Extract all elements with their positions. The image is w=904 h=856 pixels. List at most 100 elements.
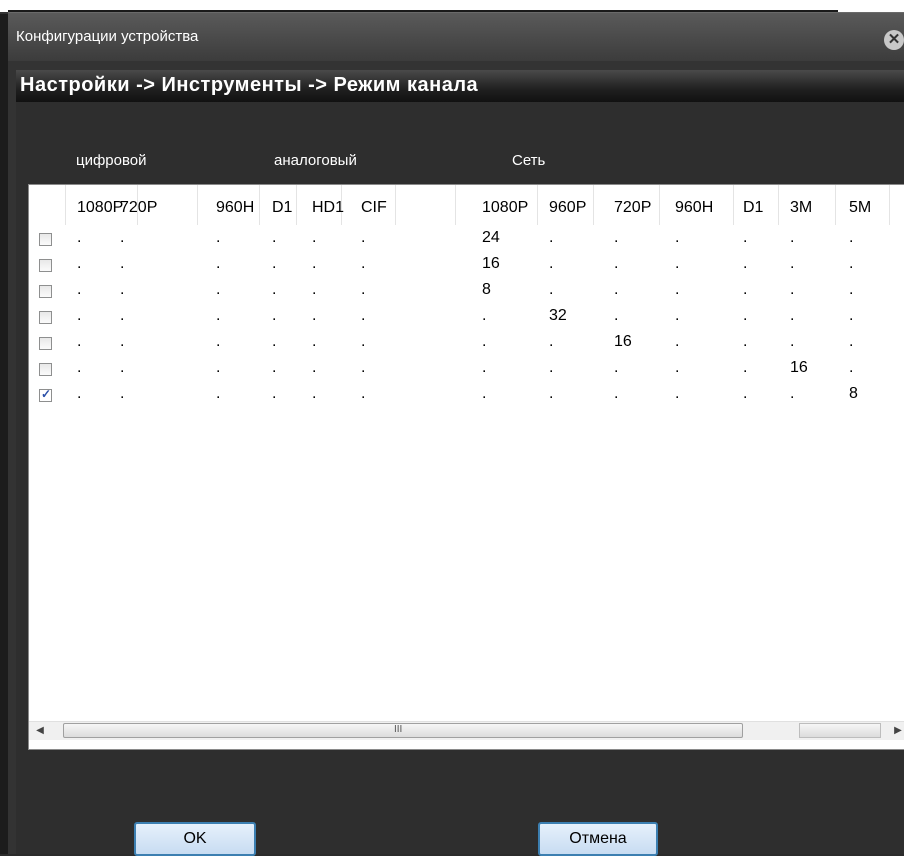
ok-button[interactable]: OK [134,822,256,856]
channel-count-cell: 16 [482,255,500,272]
column-header[interactable]: 720P [614,199,651,217]
cancel-button[interactable]: Отмена [538,822,658,856]
channel-count-cell: . [361,307,366,324]
channel-count-cell: . [272,359,277,376]
column-header[interactable]: 1080P [482,199,528,217]
column-header[interactable]: CIF [361,199,387,217]
column-separator[interactable] [835,185,836,225]
column-header[interactable]: 960P [549,199,586,217]
horizontal-scrollbar[interactable]: ◀ III ▶ [29,721,904,740]
channel-count-cell: . [849,307,854,324]
group-label-digital: цифровой [76,152,147,169]
window-title: Конфигурации устройства [16,28,199,45]
channel-count-cell: . [216,385,221,402]
group-label-network: Сеть [512,152,546,169]
close-icon[interactable]: ✕ [884,30,904,50]
arrow-left-icon[interactable]: ◀ [31,722,49,740]
column-separator[interactable] [65,185,66,225]
channel-count-cell: . [216,359,221,376]
column-header[interactable]: D1 [743,199,763,217]
channel-count-cell: . [312,307,317,324]
channel-count-cell: . [120,281,125,298]
channel-count-cell: . [790,307,795,324]
channel-count-cell: . [614,359,619,376]
channel-count-cell: . [361,281,366,298]
channel-count-cell: . [216,281,221,298]
channel-count-cell: . [272,281,277,298]
list-item[interactable]: ...... 16...... [29,255,904,281]
scroll-track-segment[interactable] [799,723,881,738]
channel-mode-list[interactable]: 1080P 720P 960H D1 HD1 CIF 1080P 960P 720P 960H D1… [28,184,904,750]
column-separator[interactable] [197,185,198,225]
channel-count-cell: . [482,333,487,350]
row-checkbox[interactable] [39,337,52,350]
row-checkbox[interactable] [39,285,52,298]
device-config-window: Конфигурации устройства ✕ Настройки -> И… [0,0,904,856]
channel-count-cell: 32 [549,307,567,324]
column-separator[interactable] [733,185,734,225]
list-item[interactable]: ....... 32..... [29,307,904,333]
grip-icon: III [394,724,403,735]
channel-count-cell: . [272,307,277,324]
channel-count-cell: . [790,255,795,272]
channel-count-cell: . [743,333,748,350]
channel-count-cell: . [216,255,221,272]
channel-count-cell: . [675,281,680,298]
channel-count-cell: 24 [482,229,500,246]
channel-count-cell: . [77,359,82,376]
channel-count-cell: . [675,385,680,402]
column-separator[interactable] [259,185,260,225]
channel-count-cell: . [120,359,125,376]
channel-count-cell: . [482,307,487,324]
column-separator[interactable] [889,185,890,225]
row-checkbox[interactable] [39,311,52,324]
row-checkbox[interactable] [39,233,52,246]
column-separator[interactable] [455,185,456,225]
channel-count-cell: . [77,307,82,324]
column-header[interactable]: 960H [216,199,254,217]
list-item[interactable]: ........ 16.... [29,333,904,359]
column-header[interactable]: 960H [675,199,713,217]
column-separator[interactable] [296,185,297,225]
column-header[interactable]: 720P [120,199,157,217]
column-header[interactable]: D1 [272,199,292,217]
row-checkbox[interactable]: ✓ [39,387,52,402]
channel-count-cell: . [849,229,854,246]
list-item[interactable]: ........... 16. [29,359,904,385]
channel-count-cell: . [216,307,221,324]
breadcrumb: Настройки -> Инструменты -> Режим канала [20,74,479,96]
channel-count-cell: . [790,229,795,246]
column-header[interactable]: 3M [790,199,812,217]
channel-count-cell: . [675,333,680,350]
channel-count-cell: . [549,229,554,246]
channel-count-cell: . [272,255,277,272]
column-separator[interactable] [659,185,660,225]
scroll-thumb[interactable]: III [63,723,743,738]
channel-count-cell: 8 [849,385,858,402]
column-separator[interactable] [395,185,396,225]
channel-count-cell: . [482,385,487,402]
row-checkbox[interactable] [39,259,52,272]
channel-count-cell: . [312,359,317,376]
channel-count-cell: . [361,255,366,272]
channel-count-cell: . [312,281,317,298]
column-header[interactable]: 1080P [77,199,123,217]
column-header[interactable]: 5M [849,199,871,217]
channel-count-cell: . [312,255,317,272]
list-item[interactable]: ...... 8...... [29,281,904,307]
column-separator[interactable] [778,185,779,225]
channel-count-cell: . [790,333,795,350]
list-item[interactable]: ✓............ 8 [29,385,904,411]
row-checkbox[interactable] [39,363,52,376]
channel-count-cell: . [361,333,366,350]
channel-count-cell: . [77,281,82,298]
arrow-right-icon[interactable]: ▶ [889,722,904,740]
channel-count-cell: . [312,385,317,402]
column-separator[interactable] [593,185,594,225]
channel-count-cell: . [614,307,619,324]
column-header[interactable]: HD1 [312,199,344,217]
list-item[interactable]: ...... 24...... [29,229,904,255]
channel-count-cell: . [77,255,82,272]
column-separator[interactable] [537,185,538,225]
channel-count-cell: . [675,359,680,376]
